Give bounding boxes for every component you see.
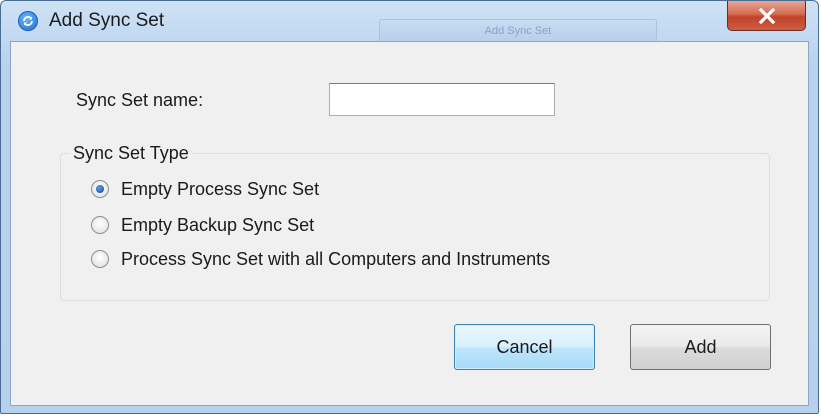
sync-set-type-title: Sync Set Type [69,143,193,164]
sync-set-name-label: Sync Set name: [76,90,204,110]
close-button[interactable] [727,1,806,31]
sync-set-name-input[interactable] [329,83,555,116]
add-sync-set-window: Add Sync Set Add Sync Set Sync Set name:… [0,0,819,414]
radio-button[interactable] [91,216,109,234]
background-window-tab: Add Sync Set [379,19,657,41]
radio-label: Empty Backup Sync Set [121,215,315,235]
radio-button[interactable] [91,250,109,268]
sync-icon [18,11,38,31]
dialog-body: Sync Set name: Sync Set Type Empty Proce… [10,41,809,406]
cancel-button[interactable]: Cancel [454,324,595,370]
close-icon [758,8,776,24]
window-title: Add Sync Set [49,10,165,31]
add-button[interactable]: Add [630,324,771,370]
title-bar: Add Sync Set Add Sync Set [1,1,818,41]
radio-label: Empty Process Sync Set [121,179,320,199]
radio-button-checked[interactable] [91,180,109,198]
radio-label: Process Sync Set with all Computers and … [121,249,551,269]
